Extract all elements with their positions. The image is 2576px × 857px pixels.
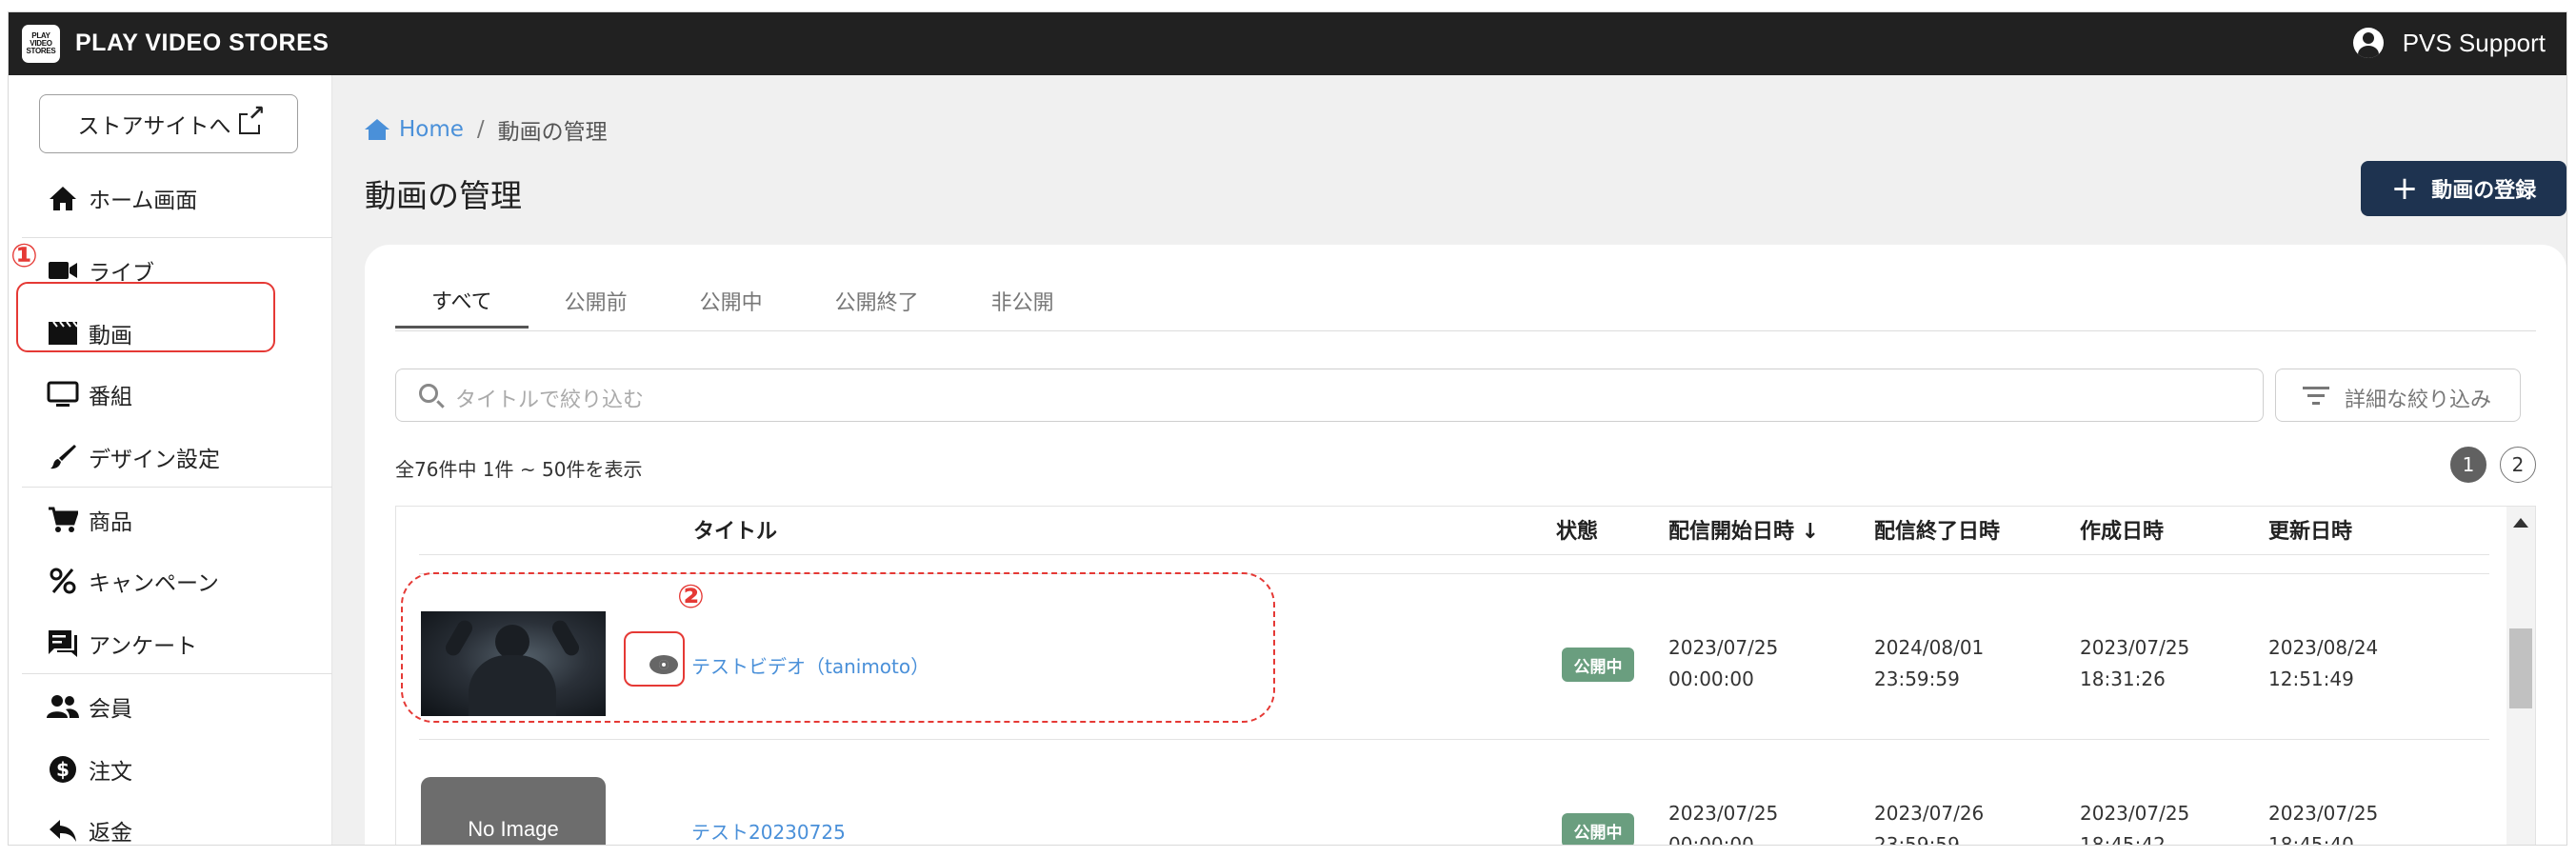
video-list-card: すべて 公開前 公開中 公開終了 非公開 タイトルで絞り込む 詳細な絞り込み 全… [365, 245, 2566, 846]
page-button-1[interactable]: 1 [2450, 447, 2486, 483]
status-badge: 公開中 [1562, 813, 1634, 845]
sidebar-item-program[interactable]: 番組 [9, 365, 332, 424]
status-badge: 公開中 [1562, 648, 1634, 682]
column-header-end[interactable]: 配信終了日時 [1874, 514, 2000, 545]
sidebar-item-refund[interactable]: 返金 [9, 801, 332, 845]
home-icon [365, 119, 389, 140]
sidebar: ストアサイトへ ホーム画面 ライブ 動画 番組 [9, 75, 332, 845]
divider [22, 237, 332, 238]
add-video-button[interactable]: + 動画の登録 [2361, 161, 2566, 216]
logo[interactable]: PLAY VIDEO STORES [22, 25, 60, 63]
search-input[interactable]: タイトルで絞り込む [395, 369, 2264, 422]
updated-date: 2023/07/25 18:45:40 [2268, 802, 2379, 846]
scrollbar-thumb[interactable] [2509, 628, 2532, 708]
result-count: 全76件中 1件 ~ 50件を表示 [395, 458, 643, 481]
annotation-highlight-video-menu [16, 282, 275, 352]
annotation-highlight-eye-icon [624, 631, 685, 687]
plus-icon: + [2390, 169, 2419, 208]
video-title-link[interactable]: テスト20230725 [691, 817, 846, 845]
brand-name[interactable]: PLAY VIDEO STORES [75, 30, 329, 57]
store-site-button[interactable]: ストアサイトへ [39, 94, 298, 153]
sidebar-item-campaign[interactable]: キャンペーン [9, 551, 332, 610]
sidebar-item-home[interactable]: ホーム画面 [9, 169, 332, 228]
tab-published[interactable]: 公開中 [664, 273, 799, 329]
feedback-icon [47, 628, 79, 660]
advanced-filter-button[interactable]: 詳細な絞り込み [2275, 369, 2521, 422]
reply-icon [47, 814, 79, 845]
home-icon [47, 182, 79, 214]
divider [22, 673, 332, 674]
divider [395, 330, 2536, 331]
page-title: 動画の管理 [365, 177, 522, 214]
sidebar-item-products[interactable]: 商品 [9, 490, 332, 549]
column-header-created[interactable]: 作成日時 [2080, 514, 2164, 545]
top-bar: PLAY VIDEO STORES PLAY VIDEO STORES PVS … [9, 12, 2566, 75]
scroll-up-icon[interactable] [2513, 518, 2528, 528]
account-circle-icon [2352, 28, 2384, 58]
start-date: 2023/07/25 00:00:00 [1668, 802, 1779, 846]
column-header-status[interactable]: 状態 [1556, 514, 1598, 545]
tab-private[interactable]: 非公開 [955, 273, 1090, 329]
video-thumbnail-placeholder[interactable]: No Image [421, 777, 606, 845]
sidebar-item-orders[interactable]: $ 注文 [9, 740, 332, 799]
updated-date: 2023/08/24 12:51:49 [2268, 636, 2379, 690]
people-icon [47, 690, 79, 723]
pagination: 1 2 [2437, 447, 2536, 483]
status-tabs: すべて 公開前 公開中 公開終了 非公開 [395, 273, 1090, 329]
breadcrumb-home[interactable]: Home [365, 117, 464, 142]
brush-icon [47, 441, 79, 473]
percent-icon [47, 565, 79, 597]
user-name: PVS Support [2402, 28, 2546, 57]
column-header-start[interactable]: 配信開始日時 ↓ [1668, 514, 1819, 545]
sidebar-item-design[interactable]: デザイン設定 [9, 428, 332, 487]
tv-icon [47, 378, 79, 410]
end-date: 2024/08/01 23:59:59 [1874, 636, 1985, 690]
open-in-new-icon [238, 104, 266, 134]
end-date: 2023/07/26 23:59:59 [1874, 802, 1985, 846]
search-icon [419, 384, 438, 403]
table-scrollbar[interactable] [2506, 507, 2535, 845]
svg-text:$: $ [56, 758, 70, 781]
dollar-icon: $ [47, 753, 79, 786]
divider [419, 554, 2489, 555]
tab-all[interactable]: すべて [395, 273, 529, 329]
column-header-title[interactable]: タイトル [693, 514, 777, 545]
sidebar-item-survey[interactable]: アンケート [9, 614, 332, 673]
created-date: 2023/07/25 18:45:42 [2080, 802, 2190, 846]
tab-before-publish[interactable]: 公開前 [529, 273, 664, 329]
filter-list-icon [2303, 387, 2329, 406]
annotation-highlight-row [401, 572, 1275, 723]
breadcrumb-current: 動画の管理 [497, 120, 608, 145]
tab-publish-ended[interactable]: 公開終了 [799, 273, 955, 329]
user-menu[interactable]: PVS Support [2352, 28, 2546, 58]
start-date: 2023/07/25 00:00:00 [1668, 636, 1779, 690]
app-window: PLAY VIDEO STORES PLAY VIDEO STORES PVS … [8, 11, 2567, 846]
column-header-updated[interactable]: 更新日時 [2268, 514, 2352, 545]
divider [22, 487, 332, 488]
sidebar-item-members[interactable]: 会員 [9, 677, 332, 736]
main-content: Home / 動画の管理 動画の管理 + 動画の登録 すべて 公開前 公開中 公… [332, 75, 2566, 846]
page-button-2[interactable]: 2 [2500, 447, 2536, 483]
cart-icon [47, 504, 79, 536]
divider [419, 739, 2489, 740]
created-date: 2023/07/25 18:31:26 [2080, 636, 2190, 690]
annotation-number-1: ① [10, 237, 38, 275]
breadcrumb: Home / 動画の管理 [365, 113, 608, 146]
annotation-number-2: ② [677, 578, 705, 616]
